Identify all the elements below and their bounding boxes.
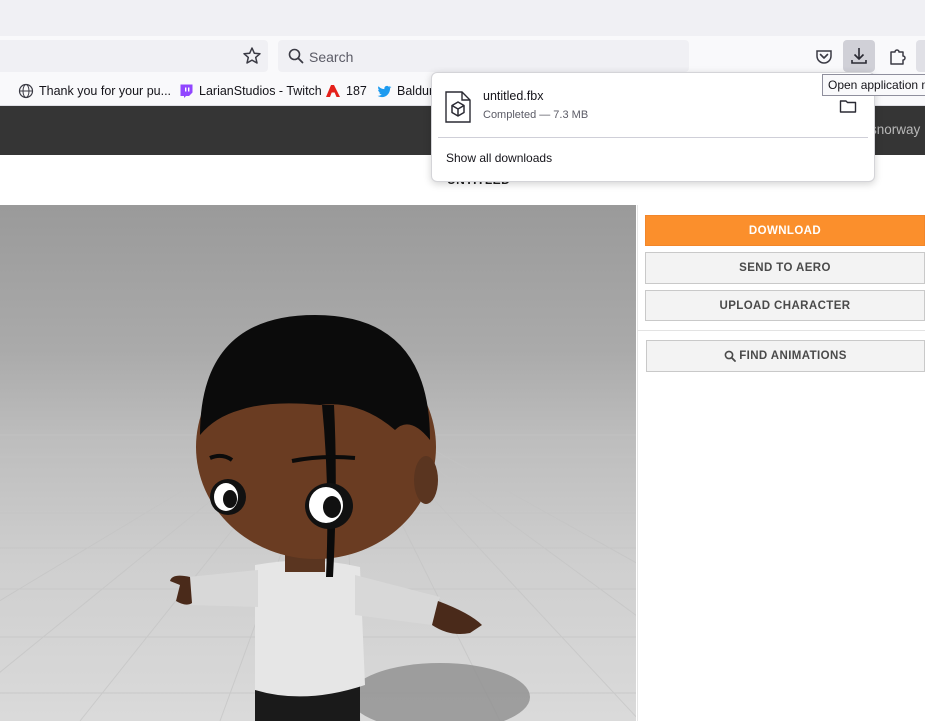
folder-icon[interactable] — [839, 98, 857, 114]
globe-icon — [18, 83, 34, 99]
search-placeholder: Search — [309, 49, 354, 65]
bookmark-item[interactable]: Baldur — [376, 81, 433, 101]
extensions-button[interactable] — [881, 40, 913, 72]
twitter-icon — [376, 83, 392, 99]
character-preview-image — [0, 315, 636, 721]
bookmark-star-icon[interactable] — [241, 45, 263, 67]
3d-viewport[interactable] — [0, 205, 636, 721]
url-bar[interactable] — [0, 40, 268, 72]
send-to-aero-button[interactable]: SEND TO AERO — [645, 252, 925, 284]
download-status: Completed — 7.3 MB — [483, 109, 589, 121]
download-arrow-icon — [851, 48, 867, 64]
bookmark-label: Thank you for your pu... — [39, 84, 172, 98]
adobe-icon — [325, 83, 341, 99]
bookmark-item[interactable]: LarianStudios - Twitch — [178, 81, 322, 101]
downloads-button[interactable] — [843, 40, 875, 72]
bookmark-label: LarianStudios - Twitch — [199, 84, 322, 98]
pocket-button[interactable] — [808, 40, 840, 72]
user-name[interactable]: snorway — [870, 122, 920, 137]
puzzle-icon — [890, 49, 906, 65]
app-menu-button[interactable] — [916, 40, 925, 72]
bookmark-label: 187 — [346, 84, 367, 98]
twitch-icon — [178, 83, 194, 99]
bookmark-item[interactable]: 187 — [325, 81, 367, 101]
downloads-separator — [438, 137, 868, 138]
pocket-icon — [816, 50, 832, 64]
search-icon — [287, 47, 305, 65]
3d-file-icon — [444, 91, 472, 123]
divider — [637, 330, 925, 331]
find-animations-label: FIND ANIMATIONS — [739, 350, 847, 362]
title-bar — [0, 0, 925, 36]
find-animations-button[interactable]: FIND ANIMATIONS — [646, 340, 925, 372]
bookmark-label: Baldur — [397, 84, 434, 98]
download-button[interactable]: DOWNLOAD — [645, 215, 925, 246]
app-menu-tooltip: Open application menu — [822, 74, 925, 96]
search-icon — [724, 350, 737, 362]
show-all-downloads-link[interactable]: Show all downloads — [446, 151, 552, 165]
bookmark-item[interactable]: Thank you for your pu... — [18, 81, 171, 101]
download-filename[interactable]: untitled.fbx — [483, 89, 543, 103]
upload-character-button[interactable]: UPLOAD CHARACTER — [645, 290, 925, 321]
